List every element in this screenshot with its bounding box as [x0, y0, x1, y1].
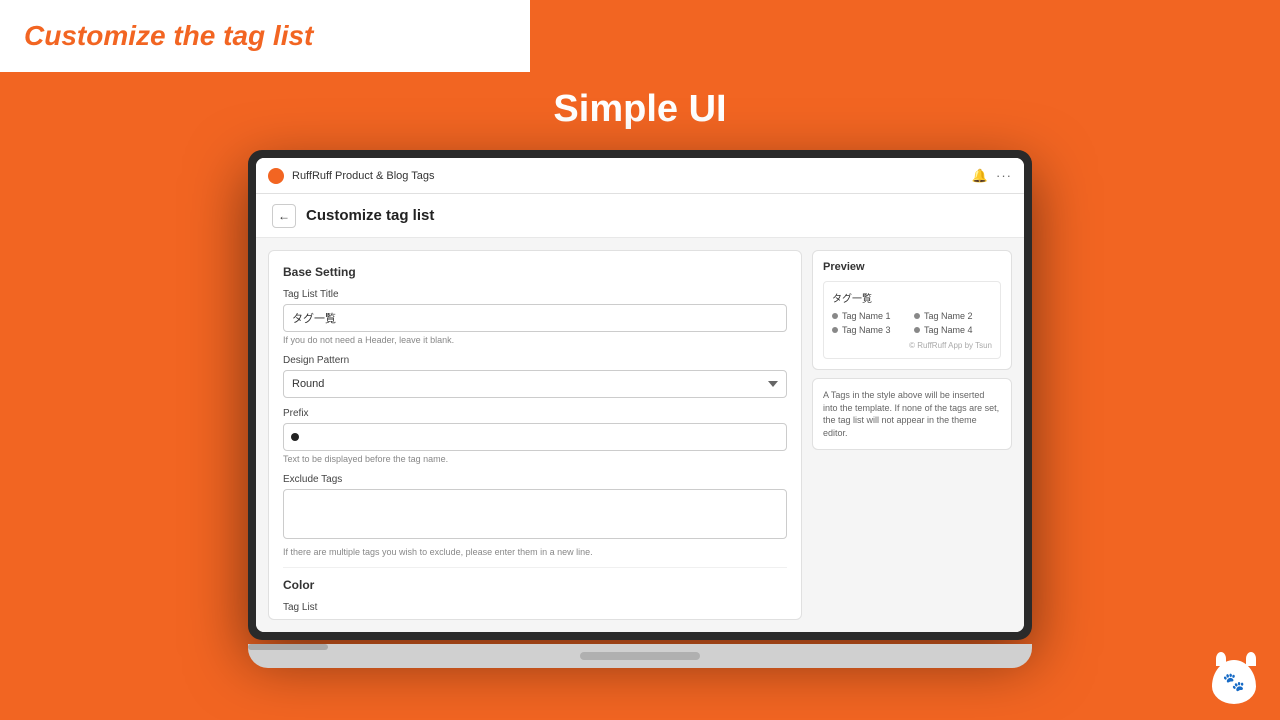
exclude-tags-hint: If there are multiple tags you wish to e… [283, 547, 787, 557]
laptop-base [248, 644, 1032, 668]
preview-box: Preview タグ一覧 Tag Name 1 Tag Name [812, 250, 1012, 370]
preview-tag-4: Tag Name 4 [914, 325, 992, 335]
mascot-ears [1216, 652, 1256, 666]
prefix-group: Prefix Text to be displayed before the t… [283, 408, 787, 464]
laptop-notch [248, 644, 328, 650]
info-box: A Tags in the style above will be insert… [812, 378, 1012, 450]
preview-tag-3: Tag Name 3 [832, 325, 910, 335]
background-color-swatch[interactable] [283, 619, 305, 620]
color-section-label: Color [283, 578, 787, 592]
preview-tag-dot-4 [914, 327, 920, 333]
tag-list-title-hint: If you do not need a Header, leave it bl… [283, 335, 787, 345]
design-pattern-select[interactable]: Round Square Pill [283, 370, 787, 398]
main-content: Base Setting Tag List Title If you do no… [256, 238, 1024, 632]
prefix-dot [291, 433, 299, 441]
preview-tag-name-2: Tag Name 2 [924, 311, 973, 321]
app-icons: 🔔 ··· [972, 168, 1012, 184]
preview-tag-name-3: Tag Name 3 [842, 325, 891, 335]
preview-tag-dot-2 [914, 313, 920, 319]
color-section: Color Tag List Background #F7F9F9 [283, 567, 787, 620]
banner-title: Customize the tag list [24, 20, 313, 52]
preview-tag-name-1: Tag Name 1 [842, 311, 891, 321]
mascot-body: 🐾 [1212, 660, 1256, 704]
right-panel: Preview タグ一覧 Tag Name 1 Tag Name [812, 250, 1012, 620]
design-pattern-label: Design Pattern [283, 355, 787, 366]
preview-title: Preview [823, 261, 1001, 273]
screen-inner: RuffRuff Product & Blog Tags 🔔 ··· ← Cus… [256, 158, 1024, 632]
app-name: RuffRuff Product & Blog Tags [292, 170, 972, 182]
mascot-ear-right [1246, 652, 1256, 666]
page-title: Customize tag list [306, 207, 434, 224]
preview-credit: © RuffRuff App by Tsun [832, 341, 992, 350]
prefix-input[interactable] [283, 423, 787, 451]
prefix-hint: Text to be displayed before the tag name… [283, 454, 787, 464]
exclude-tags-group: Exclude Tags If there are multiple tags … [283, 474, 787, 557]
tag-list-title-group: Tag List Title If you do not need a Head… [283, 289, 787, 345]
preview-tags-grid: Tag Name 1 Tag Name 2 Tag Name 3 [832, 311, 992, 335]
tag-list-color-label: Tag List [283, 602, 787, 613]
preview-credit-icon: © [909, 341, 915, 350]
page-header: ← Customize tag list [256, 194, 1024, 238]
laptop-screen: RuffRuff Product & Blog Tags 🔔 ··· ← Cus… [248, 150, 1032, 640]
tag-list-title-label: Tag List Title [283, 289, 787, 300]
dots-icon: ··· [996, 168, 1012, 183]
preview-tag-2: Tag Name 2 [914, 311, 992, 321]
laptop-frame: RuffRuff Product & Blog Tags 🔔 ··· ← Cus… [248, 150, 1032, 670]
design-pattern-group: Design Pattern Round Square Pill [283, 355, 787, 398]
preview-tag-list-title: タグ一覧 [832, 290, 992, 305]
preview-inner: タグ一覧 Tag Name 1 Tag Name 2 [823, 281, 1001, 359]
preview-tag-dot-3 [832, 327, 838, 333]
preview-tag-name-4: Tag Name 4 [924, 325, 973, 335]
top-banner: Customize the tag list [0, 0, 530, 72]
tag-list-title-input[interactable] [283, 304, 787, 332]
app-bar: RuffRuff Product & Blog Tags 🔔 ··· [256, 158, 1024, 194]
exclude-tags-input[interactable] [283, 489, 787, 539]
app-logo [268, 168, 284, 184]
prefix-label: Prefix [283, 408, 787, 419]
mascot: 🐾 [1212, 660, 1260, 708]
back-button[interactable]: ← [272, 204, 296, 228]
exclude-tags-label: Exclude Tags [283, 474, 787, 485]
prefix-input-wrapper [283, 423, 787, 451]
main-heading: Simple UI [0, 88, 1280, 131]
mascot-face: 🐾 [1223, 672, 1245, 693]
info-text: A Tags in the style above will be insert… [823, 389, 1001, 439]
left-panel: Base Setting Tag List Title If you do no… [268, 250, 802, 620]
base-setting-label: Base Setting [283, 265, 787, 279]
preview-tag-dot-1 [832, 313, 838, 319]
preview-credit-text: RuffRuff App by Tsun [917, 341, 992, 350]
background-color-row: Background #F7F9F9 [283, 619, 787, 620]
mascot-ear-left [1216, 652, 1226, 666]
preview-tag-1: Tag Name 1 [832, 311, 910, 321]
bell-icon: 🔔 [972, 168, 988, 184]
